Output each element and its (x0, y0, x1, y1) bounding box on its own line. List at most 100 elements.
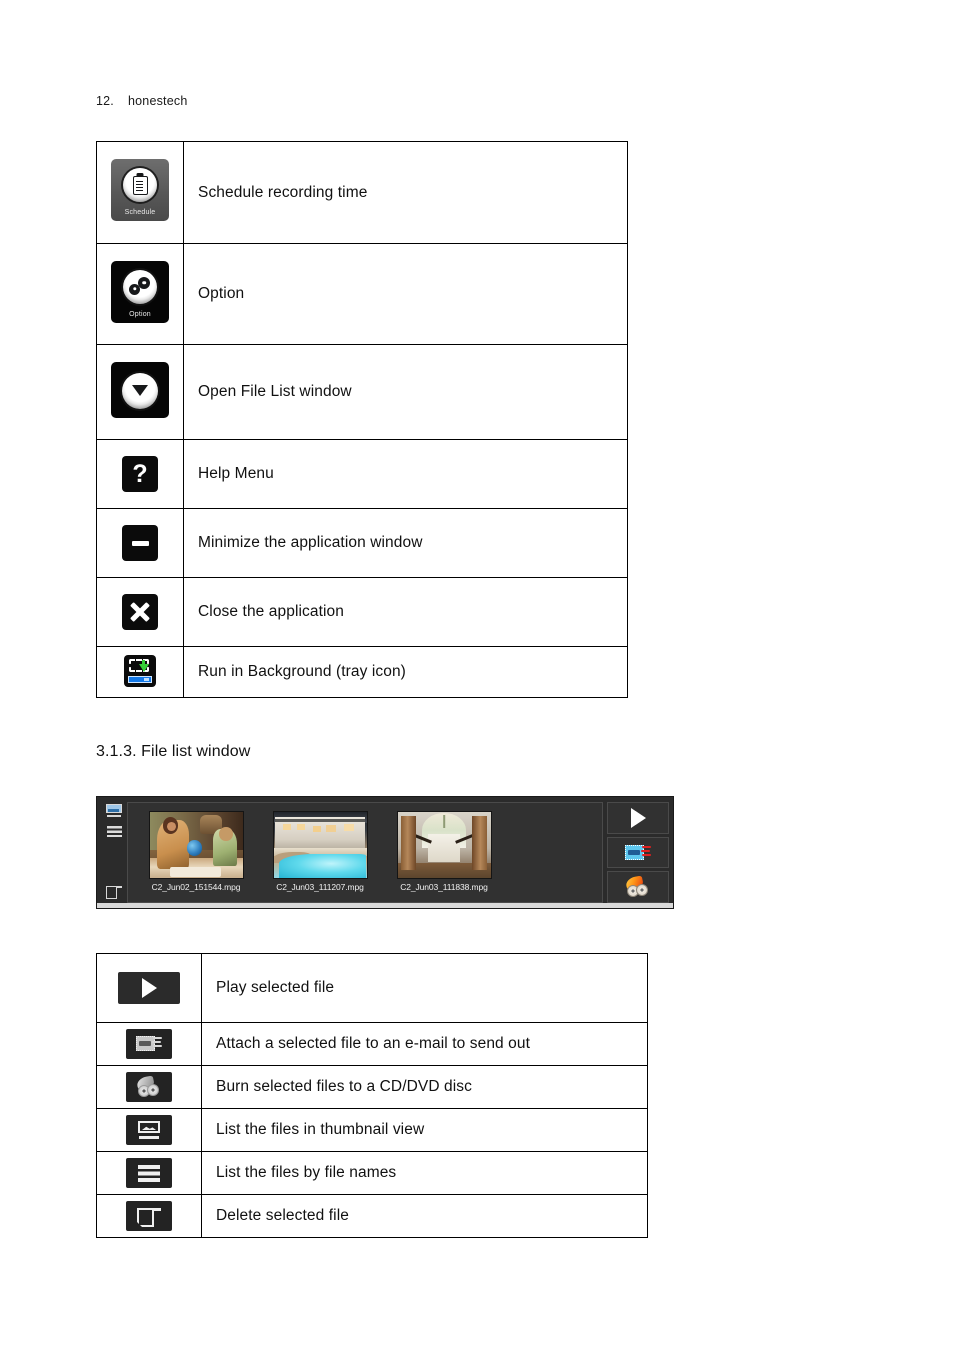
table-row: Play selected file (96, 953, 648, 1023)
thumb-layer (471, 815, 487, 871)
open-file-list-icon[interactable] (111, 361, 169, 418)
schedule-icon[interactable]: Schedule (111, 159, 169, 221)
schedule-orb (123, 168, 157, 202)
option-description: Option (183, 243, 628, 345)
thumbnail-house-with-pool[interactable] (272, 811, 368, 879)
email-description: Attach a selected file to an e-mail to s… (201, 1022, 648, 1066)
email-stamp-icon (136, 1035, 162, 1053)
table-row: Minimize the application window (96, 508, 628, 578)
table-row: List the files by file names (96, 1151, 648, 1195)
delete-description: Delete selected file (201, 1194, 648, 1238)
thumb-layer (186, 839, 203, 856)
thumb-layer (443, 814, 445, 829)
play-triangle-icon (141, 978, 157, 998)
thumbnail-family-with-globe[interactable] (148, 811, 244, 879)
thumb-layer (219, 826, 234, 842)
option-icon-cell: Option (96, 243, 184, 345)
minimize-description: Minimize the application window (183, 508, 628, 578)
list-lines-glyph (138, 1164, 160, 1182)
list-item[interactable]: C2_Jun03_111838.mpg (390, 811, 498, 892)
list-view-icon[interactable] (106, 826, 122, 837)
tray-icon[interactable] (124, 655, 156, 687)
file-list-window-baseline (96, 903, 674, 909)
thumbnail-view-icon[interactable] (106, 804, 122, 817)
thumb-layer (428, 834, 460, 863)
option-icon-label: Option (129, 310, 151, 318)
play-button[interactable] (607, 802, 669, 834)
email-speed-lines (642, 845, 651, 848)
burn-disc-button[interactable] (607, 871, 669, 904)
minimize-icon[interactable] (122, 525, 158, 561)
play-icon[interactable] (118, 972, 180, 1004)
file-list-window: C2_Jun02_151544.mpg C2_Jun03_111207.mpg (96, 796, 674, 908)
burn-description: Burn selected files to a CD/DVD disc (201, 1065, 648, 1109)
table-row: List the files in thumbnail view (96, 1108, 648, 1152)
list-view-description: List the files by file names (201, 1151, 648, 1195)
gears-icon (129, 276, 151, 297)
list-item[interactable]: C2_Jun02_151544.mpg (142, 811, 250, 892)
thumbnail-view-description: List the files in thumbnail view (201, 1108, 648, 1152)
delete-page-corner (137, 1221, 142, 1227)
page-header: 12. honestech (96, 94, 187, 108)
file-list-action-panel (607, 802, 669, 904)
thumb-layer (401, 815, 417, 871)
file-name: C2_Jun03_111838.mpg (400, 882, 488, 892)
thumbnail-bar (107, 815, 121, 817)
thumbnail-glyph (138, 1121, 160, 1139)
thumbnail-view-icon-cell (96, 1108, 202, 1152)
email-icon-cell (96, 1022, 202, 1066)
thumb-layer (169, 867, 222, 877)
thumb-layer (344, 823, 354, 831)
question-mark-icon: ? (132, 459, 148, 488)
table-row: Schedule Schedule recording time (96, 141, 628, 244)
file-list-sidebar (101, 802, 127, 903)
close-icon[interactable] (122, 594, 158, 630)
email-button[interactable] (607, 836, 669, 869)
table-row: Attach a selected file to an e-mail to s… (96, 1022, 648, 1066)
list-view-icon[interactable] (126, 1158, 172, 1188)
email-icon (625, 844, 651, 862)
thumbnail-staircase-entry[interactable] (396, 811, 492, 879)
table-row: Delete selected file (96, 1194, 648, 1238)
toolbar-icon-table: Schedule Schedule recording time Option … (96, 141, 628, 698)
open-file-orb (122, 372, 158, 409)
clipboard-icon (132, 175, 148, 195)
help-icon-cell: ? (96, 439, 184, 509)
burn-disc-icon (624, 875, 651, 898)
section-heading: 3.1.3. File list window (96, 743, 251, 760)
thumbnail-frame (106, 804, 122, 813)
schedule-description: Schedule recording time (183, 141, 628, 244)
close-description: Close the application (183, 577, 628, 647)
list-view-icon-cell (96, 1151, 202, 1195)
play-icon (630, 807, 646, 828)
email-speed-lines (153, 1037, 162, 1039)
gear-large (138, 276, 150, 289)
table-row: Option Option (96, 243, 628, 345)
delete-dash (154, 1207, 161, 1211)
brand-name: honestech (127, 94, 188, 108)
burn-disc-glyph (135, 1075, 162, 1097)
delete-file-icon[interactable] (106, 884, 122, 900)
delete-page-glyph (137, 1205, 161, 1227)
minus-icon (131, 540, 149, 546)
table-row: ? Help Menu (96, 439, 628, 509)
thumbnail-view-icon[interactable] (126, 1115, 172, 1145)
delete-page (106, 886, 117, 899)
table-row: Close the application (96, 577, 628, 647)
burn-disc-icon[interactable] (126, 1072, 172, 1102)
help-description: Help Menu (183, 439, 628, 509)
list-item[interactable]: C2_Jun03_111207.mpg (266, 811, 374, 892)
play-description: Play selected file (201, 953, 648, 1023)
table-row: Burn selected files to a CD/DVD disc (96, 1065, 648, 1109)
email-icon[interactable] (126, 1029, 172, 1059)
thumb-layer (275, 819, 365, 823)
x-icon (131, 603, 150, 622)
help-icon[interactable]: ? (122, 456, 158, 492)
tray-taskbar (128, 676, 152, 683)
tray-arrow-head (139, 664, 149, 672)
delete-icon-cell (96, 1194, 202, 1238)
option-icon[interactable]: Option (111, 260, 169, 323)
table-row: Run in Background (tray icon) (96, 646, 628, 698)
delete-file-icon[interactable] (126, 1200, 172, 1231)
filelist-icon-table: Play selected file Attach a selected fil… (96, 953, 648, 1238)
